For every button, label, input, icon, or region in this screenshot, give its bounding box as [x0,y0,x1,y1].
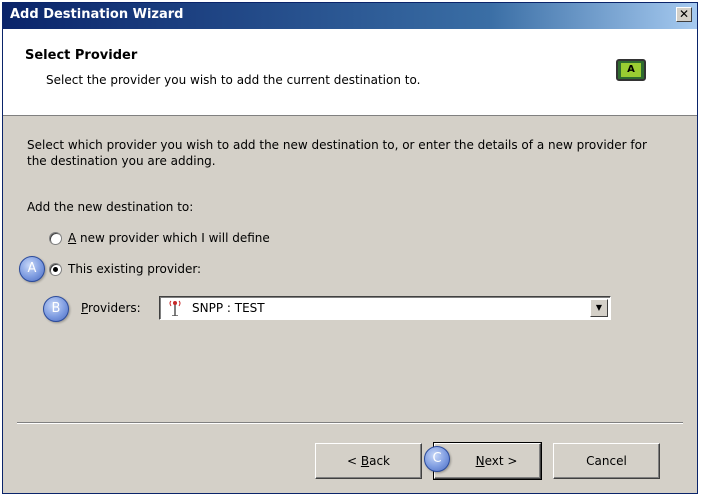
footer-separator [17,422,683,424]
back-button[interactable]: < Back [315,443,422,479]
back-button-prefix: < [346,454,358,468]
access-key-n: N [475,454,485,468]
wizard-header: Select Provider Select the provider you … [3,29,697,116]
chevron-down-icon: ▼ [595,303,603,312]
access-key-b: B [360,454,370,468]
access-key-p: P [81,301,89,315]
access-key-a: A [68,231,77,245]
radio-new-provider-label: A new provider which I will define [68,231,270,245]
window-title: Add Destination Wizard [10,7,184,22]
page-title: Select Provider [25,48,138,63]
back-button-text: ack [369,454,391,468]
next-button[interactable]: Next > [433,442,542,480]
close-icon: ✕ [678,7,690,21]
radio-existing-provider[interactable]: This existing provider: [49,262,201,276]
radio-new-provider-button[interactable] [49,231,62,245]
add-destination-label: Add the new destination to: [27,200,194,214]
providers-value: SNPP : TEST [192,301,265,315]
wizard-window: Add Destination Wizard ✕ Select Provider… [2,2,698,494]
wizard-icon-label: A [621,63,641,77]
radio-existing-provider-label: This existing provider: [68,262,202,276]
providers-dropdown[interactable]: SNPP : TEST ▼ [159,296,611,320]
radio-existing-provider-button[interactable] [49,262,62,276]
next-button-label: Next > [458,454,518,468]
callout-a: A [19,256,45,282]
title-bar[interactable]: Add Destination Wizard ✕ [3,3,697,29]
providers-label-text: roviders: [88,301,141,315]
next-button-text: ext > [484,454,518,468]
cancel-button[interactable]: Cancel [553,443,660,479]
wizard-icon: A [616,59,646,81]
dropdown-arrow-button[interactable]: ▼ [590,299,608,317]
page-subtitle: Select the provider you wish to add the … [46,73,421,87]
providers-label: Providers: [81,301,141,315]
close-button[interactable]: ✕ [676,7,692,22]
radio-new-provider[interactable]: A new provider which I will define [49,231,270,245]
radio-new-provider-text: new provider which I will define [76,231,270,245]
callout-b: B [43,296,69,322]
description-text: Select which provider you wish to add th… [27,138,647,168]
callout-c: C [424,446,450,472]
antenna-icon [169,300,181,316]
